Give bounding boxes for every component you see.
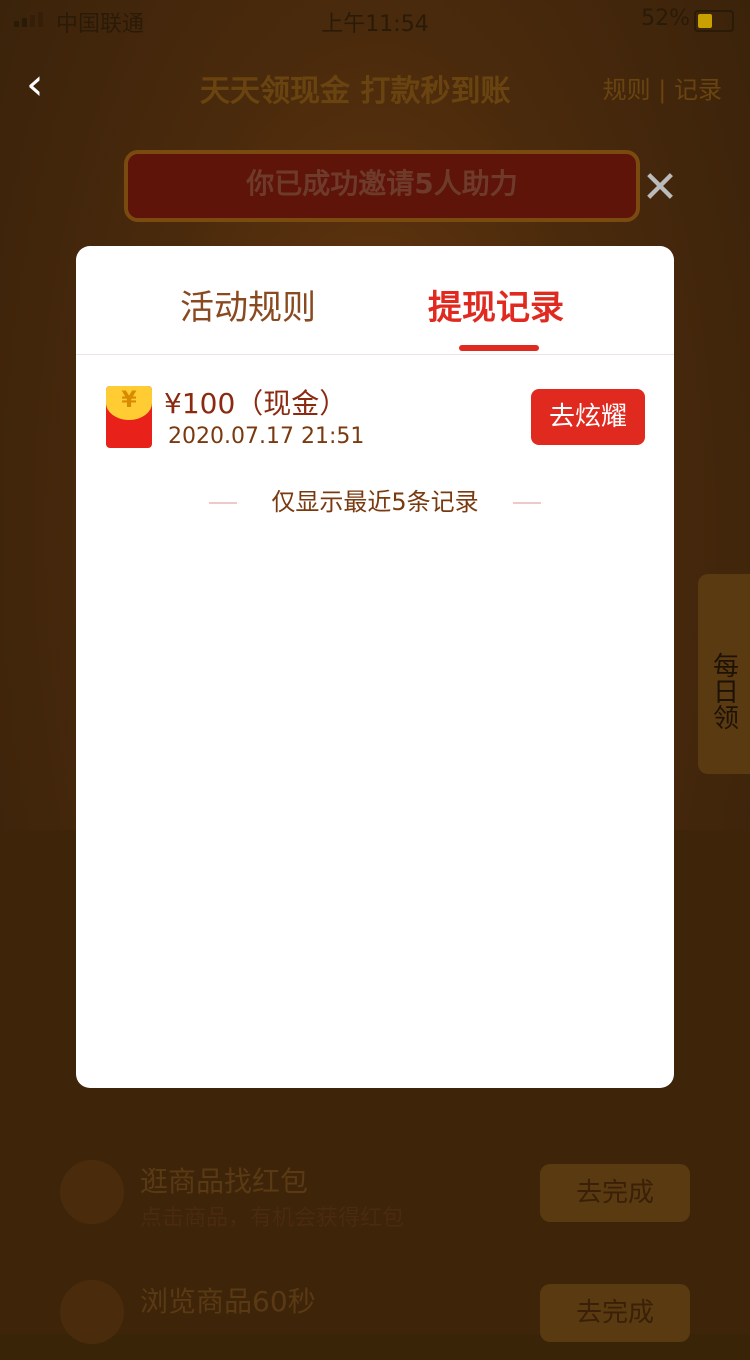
red-envelope-icon: ¥ <box>106 386 152 448</box>
task-desc: 点击商品，有机会获得红包 <box>140 1206 405 1231</box>
daily-claim-tab[interactable]: 每日领 <box>698 574 750 774</box>
battery-percent: 52% <box>641 6 690 31</box>
active-tab-indicator <box>459 345 539 351</box>
records-note-text: 仅显示最近5条记录 <box>271 488 479 516</box>
show-off-button[interactable]: 去炫耀 <box>531 389 645 445</box>
task-item: 浏览商品60秒 去完成 <box>60 1280 700 1360</box>
dialog-tabs: 活动规则 提现记录 <box>76 246 674 355</box>
clock: 上午11:54 <box>321 12 429 37</box>
withdraw-dialog: 活动规则 提现记录 ¥ ¥100（现金） 2020.07.17 21:51 去炫… <box>76 246 674 1088</box>
rules-records-links[interactable]: 规则 | 记录 <box>603 70 722 105</box>
back-icon[interactable]: ‹ <box>26 60 66 110</box>
daily-claim-label: 每日领 <box>708 652 739 730</box>
search-icon <box>60 1160 124 1224</box>
divider <box>512 502 541 504</box>
tab-withdraw-records[interactable]: 提现记录 <box>428 280 564 329</box>
record-amount: ¥100（现金） <box>164 387 348 420</box>
battery-icon <box>694 10 734 32</box>
task-title: 逛商品找红包 <box>140 1165 309 1198</box>
record-date: 2020.07.17 21:51 <box>168 424 365 449</box>
records-note: 仅显示最近5条记录 <box>76 482 674 517</box>
status-bar: 中国联通 上午11:54 52% <box>0 0 750 40</box>
divider <box>209 502 238 504</box>
task-complete-button[interactable]: 去完成 <box>540 1164 690 1222</box>
red-envelope-icon <box>60 1280 124 1344</box>
task-item: 逛商品找红包 点击商品，有机会获得红包 去完成 <box>60 1160 700 1240</box>
task-title: 浏览商品60秒 <box>140 1285 316 1318</box>
tab-activity-rules[interactable]: 活动规则 <box>180 280 316 329</box>
close-icon[interactable]: ✕ <box>640 166 680 210</box>
page-title: 天天领现金 打款秒到账 <box>200 74 511 109</box>
nav-bar: ‹ 天天领现金 打款秒到账 规则 | 记录 <box>0 50 750 120</box>
task-complete-button[interactable]: 去完成 <box>540 1284 690 1342</box>
invite-banner: 你已成功邀请5人助力 <box>124 150 640 222</box>
